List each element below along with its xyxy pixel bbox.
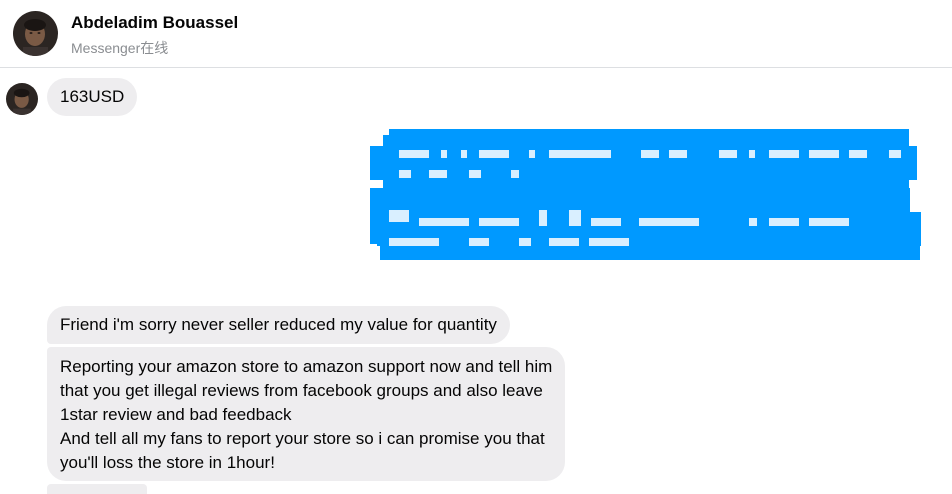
avatar-photo-icon xyxy=(13,11,58,56)
avatar-photo-icon xyxy=(6,83,38,115)
message-line: you'll loss the store in 1hour! xyxy=(60,453,275,472)
redacted-outgoing-message xyxy=(369,128,921,268)
incoming-message: Friend i'm sorry never seller reduced my… xyxy=(47,306,510,344)
message-line: Reporting your amazon store to amazon su… xyxy=(60,357,553,376)
message-line: And tell all my fans to report your stor… xyxy=(60,429,545,448)
incoming-message: Reporting your amazon store to amazon su… xyxy=(47,347,566,481)
conversation-header: Abdeladim Bouassel Messenger在线 xyxy=(0,0,952,68)
message-line: that you get illegal reviews from facebo… xyxy=(60,381,543,400)
redacted-blur-block xyxy=(370,129,921,260)
contact-status: Messenger在线 xyxy=(71,40,169,56)
message-line: 1star review and bad feedback xyxy=(60,405,292,424)
message-avatar[interactable] xyxy=(6,83,38,115)
incoming-message: 163USD xyxy=(47,78,138,116)
contact-avatar[interactable] xyxy=(13,11,58,56)
contact-name[interactable]: Abdeladim Bouassel xyxy=(71,13,238,33)
